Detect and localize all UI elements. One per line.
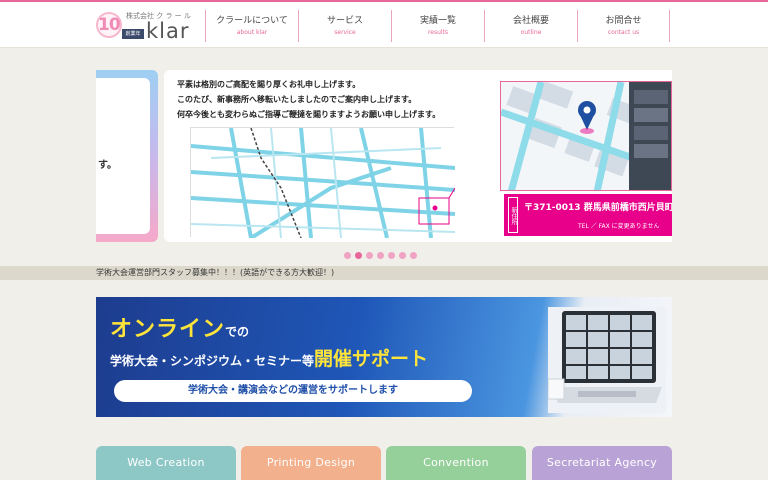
previous-slide[interactable]: す。 (96, 70, 158, 242)
nav-sublabel: outline (520, 29, 542, 36)
service-card-web[interactable]: Web Creation (96, 446, 236, 480)
banner-subtitle-white: 学術大会・シンポジウム・セミナー等 (110, 354, 315, 368)
slider-dot[interactable] (410, 252, 417, 259)
notice-line: 何卒今後とも変わらぬご指導ご鞭撻を賜りますようお願い申し上げます。 (177, 109, 441, 119)
slider-dot[interactable] (377, 252, 384, 259)
service-cards: Web Creation Printing Design Convention … (96, 446, 672, 480)
detail-map-image (501, 82, 671, 190)
banner-title-big: オンライン (110, 317, 226, 342)
slider-dots (344, 252, 417, 259)
nav-item-about[interactable]: クラールについて about klar (205, 10, 298, 42)
slider-dot[interactable] (366, 252, 373, 259)
anniversary-badge: 10 (96, 10, 122, 42)
nav-item-results[interactable]: 実績一覧 results (391, 10, 484, 42)
site-header: 10 株式会社 ク ラ ー ル 創業年 klar クラールについて about … (0, 0, 768, 48)
address-sub: TEL ／ FAX に変更ありません (578, 223, 660, 230)
laptop-video-call-image (547, 307, 666, 413)
address-tag: 新住所 (508, 197, 518, 233)
notice-line: このたび、新事務所へ移転いたしましたのでご案内申し上げます。 (177, 94, 417, 104)
previous-slide-text: す。 (98, 160, 117, 171)
slider-dot[interactable] (388, 252, 395, 259)
slider-dot[interactable] (399, 252, 406, 259)
detail-map (500, 81, 672, 191)
klar-logo[interactable]: 10 株式会社 ク ラ ー ル 創業年 klar (96, 10, 196, 43)
news-ticker: 学術大会運営部門スタッフ募集中！！！(英語ができる方大歓迎！) (0, 266, 768, 280)
hero-slider: す。 平素は格別のご高配を賜り厚くお礼申し上げます。 このたび、新事務所へ移転い… (0, 48, 768, 266)
nav-label: サービス (326, 16, 363, 26)
area-map-image (190, 127, 456, 240)
new-address-banner: 新住所 〒371-0013 群馬県前橋市西片貝町 TEL ／ FAX に変更あり… (504, 194, 672, 236)
nav-label: クラールについて (216, 16, 288, 26)
nav-sublabel: results (427, 29, 449, 36)
slider-dot[interactable] (344, 252, 351, 259)
news-ticker-link[interactable]: 学術大会運営部門スタッフ募集中！！！(英語ができる方大歓迎！) (96, 268, 334, 278)
nav-item-contact[interactable]: お問合せ contact us (577, 10, 670, 42)
area-map (190, 127, 456, 240)
banner-pill: 学術大会・講演会などの運営をサポートします (114, 380, 472, 402)
service-card-printing[interactable]: Printing Design (241, 446, 381, 480)
nav-item-outline[interactable]: 会社概要 outline (484, 10, 577, 42)
nav-sublabel: contact us (607, 29, 640, 36)
notice-line: 平素は格別のご高配を賜り厚くお礼申し上げます。 (177, 79, 361, 89)
banner-title: オンラインでの (110, 311, 249, 343)
logo-tag: 創業年 (122, 29, 144, 39)
address-main: 〒371-0013 群馬県前橋市西片貝町 (524, 203, 672, 213)
service-card-convention[interactable]: Convention (386, 446, 526, 480)
relocation-notice: 平素は格別のご高配を賜り厚くお礼申し上げます。 このたび、新事務所へ移転いたしま… (177, 77, 497, 122)
nav-label: 会社概要 (512, 16, 549, 26)
banner-title-small: での (225, 325, 250, 339)
banner-subtitle-yellow: 開催サポート (314, 348, 429, 370)
main-nav: クラールについて about klar サービス service 実績一覧 re… (205, 10, 670, 42)
nav-sublabel: about klar (236, 29, 268, 36)
slider-dot-active[interactable] (355, 252, 362, 259)
online-support-banner[interactable]: オンラインでの 学術大会・シンポジウム・セミナー等開催サポート 学術大会・講演会… (96, 297, 672, 417)
service-card-secretariat[interactable]: Secretariat Agency (532, 446, 672, 480)
nav-item-service[interactable]: サービス service (298, 10, 391, 42)
nav-label: お問合せ (605, 16, 642, 26)
nav-label: 実績一覧 (419, 16, 456, 26)
logo-wordmark: klar (146, 19, 190, 43)
banner-subtitle: 学術大会・シンポジウム・セミナー等開催サポート (110, 344, 428, 371)
nav-sublabel: service (334, 29, 356, 36)
relocation-slide[interactable]: 平素は格別のご高配を賜り厚くお礼申し上げます。 このたび、新事務所へ移転いたしま… (164, 70, 672, 242)
